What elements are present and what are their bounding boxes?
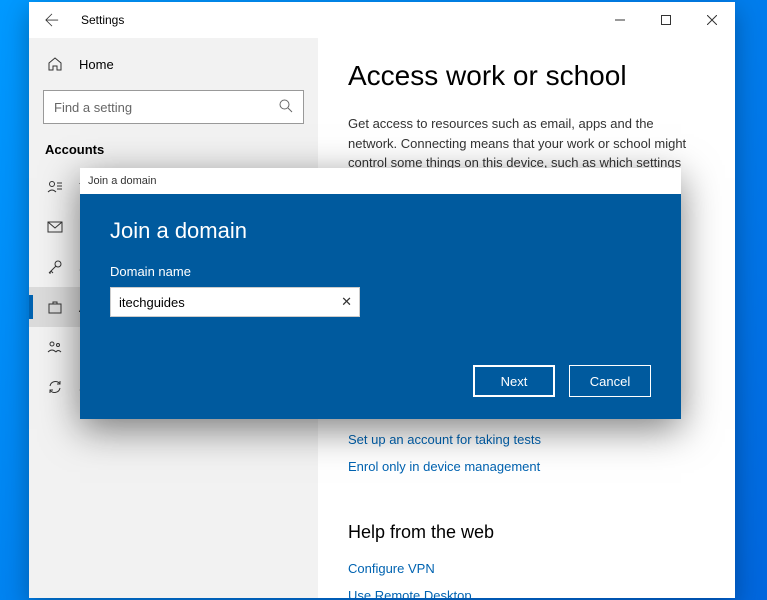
mail-icon	[45, 219, 65, 235]
domain-input-wrap: ✕	[110, 287, 360, 317]
sync-icon	[45, 379, 65, 395]
minimize-icon	[615, 15, 625, 25]
clear-input-button[interactable]: ✕	[341, 294, 352, 310]
back-button[interactable]	[29, 2, 75, 38]
titlebar: Settings	[29, 2, 735, 38]
briefcase-icon	[45, 299, 65, 315]
next-button[interactable]: Next	[473, 365, 555, 397]
dialog-buttons: Next Cancel	[110, 365, 651, 397]
page-heading: Access work or school	[348, 60, 705, 92]
search-input[interactable]	[43, 90, 304, 124]
link-remote-desktop[interactable]: Use Remote Desktop	[348, 588, 705, 598]
dialog-titlebar: Join a domain	[80, 168, 681, 194]
home-icon	[45, 56, 65, 72]
key-icon	[45, 259, 65, 275]
people-icon	[45, 339, 65, 355]
minimize-button[interactable]	[597, 2, 643, 38]
join-domain-dialog: Join a domain Join a domain Domain name …	[80, 168, 681, 419]
link-enrol-device-mgmt[interactable]: Enrol only in device management	[348, 459, 705, 474]
person-badge-icon	[45, 179, 65, 195]
close-button[interactable]	[689, 2, 735, 38]
home-nav[interactable]: Home	[29, 46, 318, 82]
maximize-icon	[661, 15, 671, 25]
link-configure-vpn[interactable]: Configure VPN	[348, 561, 705, 576]
search-container	[43, 90, 304, 124]
dialog-body: Join a domain Domain name ✕ Next Cancel	[80, 194, 681, 419]
maximize-button[interactable]	[643, 2, 689, 38]
close-icon	[707, 15, 717, 25]
help-heading: Help from the web	[348, 522, 705, 543]
section-title: Accounts	[29, 142, 318, 167]
link-setup-test-account[interactable]: Set up an account for taking tests	[348, 432, 705, 447]
dialog-heading: Join a domain	[110, 218, 651, 244]
cancel-button[interactable]: Cancel	[569, 365, 651, 397]
arrow-left-icon	[45, 13, 59, 27]
window-title: Settings	[75, 13, 124, 27]
domain-name-label: Domain name	[110, 264, 651, 279]
domain-name-input[interactable]	[110, 287, 360, 317]
home-label: Home	[79, 57, 114, 72]
